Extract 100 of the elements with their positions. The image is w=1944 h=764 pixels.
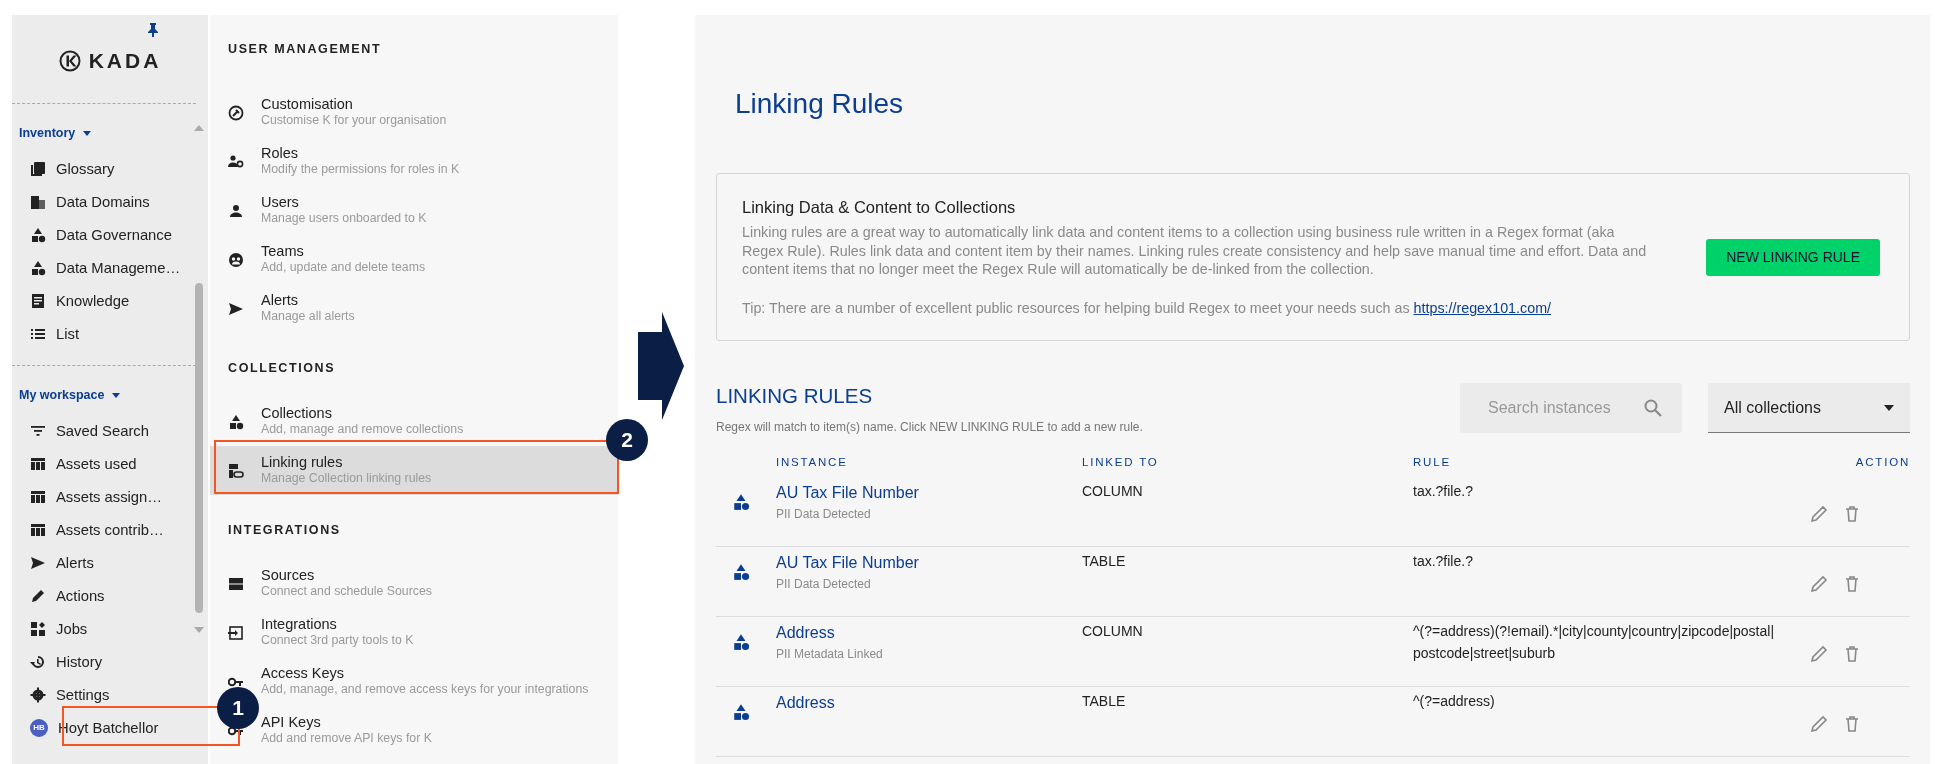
menu-item[interactable]: Sources Connect and schedule Sources (261, 567, 432, 600)
nav-item[interactable]: History (56, 650, 103, 674)
filter-icon (30, 423, 46, 439)
menu-item[interactable]: Users Manage users onboarded to K (261, 194, 427, 227)
logo-k-icon (58, 50, 81, 72)
shapes-icon (732, 492, 750, 511)
shapes-icon (732, 702, 750, 721)
section-heading: USER MANAGEMENT (227, 41, 383, 58)
shapes-icon (732, 632, 750, 651)
nav-item[interactable]: Assets contrib… (56, 518, 164, 542)
menu-item-description: Manage all alerts (261, 308, 355, 325)
building-icon (30, 194, 46, 211)
nav-item[interactable]: Jobs (56, 617, 88, 641)
new-rule-button[interactable]: NEW LINKING RULE (1706, 238, 1880, 276)
shapes-icon (228, 414, 244, 431)
navigation-arrow-icon (638, 312, 684, 420)
sign-in-icon (228, 625, 244, 642)
instance-type: PII Data Detected (776, 506, 872, 523)
menu-item-description: Add and remove API keys for K (261, 730, 432, 747)
rule-cell-text: ^(?=address) (1413, 692, 1496, 711)
menu-item-description: Add, manage and remove collections (261, 421, 464, 438)
avatar[interactable]: HB (30, 719, 48, 737)
menu-item-title: Sources (261, 567, 316, 584)
column-header: ACTION (1854, 454, 1910, 470)
menu-item-description: Connect and schedule Sources (261, 583, 432, 600)
menu-item[interactable]: API Keys Add and remove API keys for K (261, 714, 432, 747)
menu-item[interactable]: Collections Add, manage and remove collections (261, 405, 464, 438)
book-icon (30, 161, 46, 178)
table-icon (30, 522, 46, 538)
menu-item[interactable]: Roles Modify the permissions for roles in K (261, 145, 460, 178)
info-title: Linking Data & Content to Collections (742, 196, 1017, 218)
nav-item[interactable]: Glossary (56, 158, 115, 181)
shapes-icon (732, 562, 750, 581)
instance-type: PII Data Detected (776, 576, 872, 593)
instance-name[interactable]: AU Tax File Number (776, 551, 1082, 575)
menu-item-title: Alerts (261, 292, 300, 309)
pencil-icon (30, 588, 46, 604)
menu-item[interactable]: Access Keys Add, manage, and remove access keys for your integrations (261, 665, 589, 698)
table-icon (30, 456, 46, 472)
rule-cell-text: ^(?=address)(?!email).*|city|county|country|zipcode|postal|postcode|street|suburb (1413, 622, 1776, 663)
info-text: Linking rules are a great way to automatically link data and content items to a collection using business rule written in a Regex format (aka Regex Rule). Rules link data and content item by their names. Linking rules create consistency and help save manual time and effort. Data and content items that no longer meet the Regex Rule will automatically be de-linked from the collection. (742, 223, 1647, 279)
menu-item-description: Add, update and delete teams (261, 259, 426, 276)
send-icon (30, 555, 46, 571)
history-icon (30, 654, 46, 670)
menu-item-description: Manage Collection linking rules (261, 470, 432, 487)
menu-item[interactable]: Customisation Customise K for your organisation (261, 96, 447, 129)
table-icon (30, 489, 46, 505)
menu-item-title: Access Keys (261, 665, 345, 682)
nav-item[interactable]: Assets used (56, 452, 137, 476)
regex-link[interactable]: https://regex101.com/ (1413, 300, 1551, 316)
section-toggle[interactable]: My workspace (19, 385, 105, 405)
instance-name[interactable]: AU Tax File Number (776, 481, 1082, 505)
dropdown-caret-icon (1884, 404, 1894, 411)
section-heading: COLLECTIONS (227, 360, 337, 377)
nav-item[interactable]: Actions (56, 584, 105, 608)
server-icon (228, 576, 244, 593)
menu-item[interactable]: Teams Add, update and delete teams (261, 243, 426, 276)
rule-cell-text: tax.?file.? (1413, 552, 1474, 571)
shapes-icon (30, 227, 46, 244)
step-marker: 2 (606, 419, 648, 461)
menu-item-title: Collections (261, 405, 333, 422)
menu-item-title: Users (261, 194, 300, 211)
menu-item-description: Modify the permissions for roles in K (261, 161, 460, 178)
wrench-circle-icon (228, 105, 244, 122)
nav-item[interactable]: Knowledge (56, 290, 130, 313)
rule-cell-text: tax.?file.? (1413, 482, 1474, 501)
nav-item[interactable]: Alerts (56, 551, 94, 575)
instance-name[interactable]: Address (776, 621, 1082, 645)
menu-item-title: Roles (261, 145, 300, 162)
menu-item[interactable]: Integrations Connect 3rd party tools to K (261, 616, 414, 649)
nav-item[interactable]: Settings (56, 683, 110, 707)
menu-item[interactable]: Alerts Manage all alerts (261, 292, 355, 325)
section-toggle[interactable]: Inventory (19, 124, 76, 143)
collection-dropdown[interactable]: All collections (1708, 383, 1910, 434)
nav-item[interactable]: Data Domains (56, 191, 150, 214)
column-header: INSTANCE (776, 454, 849, 470)
linked-to-cell-text: COLUMN (1082, 622, 1144, 641)
menu-item-title: Customisation (261, 96, 354, 113)
search-field[interactable]: Search instances (1460, 383, 1682, 434)
section-title: LINKING RULES (716, 383, 874, 409)
nav-item[interactable]: List (56, 323, 80, 346)
menu-item-title: API Keys (261, 714, 322, 731)
column-header: RULE (1413, 454, 1452, 470)
menu-item-description: Add, manage, and remove access keys for your integrations (261, 681, 589, 698)
nav-item[interactable]: Saved Search (56, 419, 149, 443)
linked-to-cell-text: TABLE (1082, 692, 1127, 711)
instance-name[interactable]: Address (776, 691, 1082, 715)
user-icon (228, 203, 244, 220)
nav-item[interactable]: Data Manageme… (56, 257, 181, 280)
nav-item[interactable]: Assets assign… (56, 485, 163, 509)
document-icon (30, 293, 46, 310)
menu-item-description: Manage users onboarded to K (261, 210, 427, 227)
pin-icon (148, 23, 158, 37)
nav-item[interactable]: Data Governance (56, 224, 172, 247)
section-hint: Regex will match to item(s) name. Click NEW LINKING RULE to add a new rule. (716, 418, 1144, 436)
scroll-down-icon (194, 627, 204, 633)
caret-icon (83, 130, 92, 136)
scrollbar-thumb[interactable] (195, 283, 203, 613)
menu-item[interactable]: Linking rules Manage Collection linking rules (261, 454, 432, 487)
caret-icon (112, 392, 121, 398)
